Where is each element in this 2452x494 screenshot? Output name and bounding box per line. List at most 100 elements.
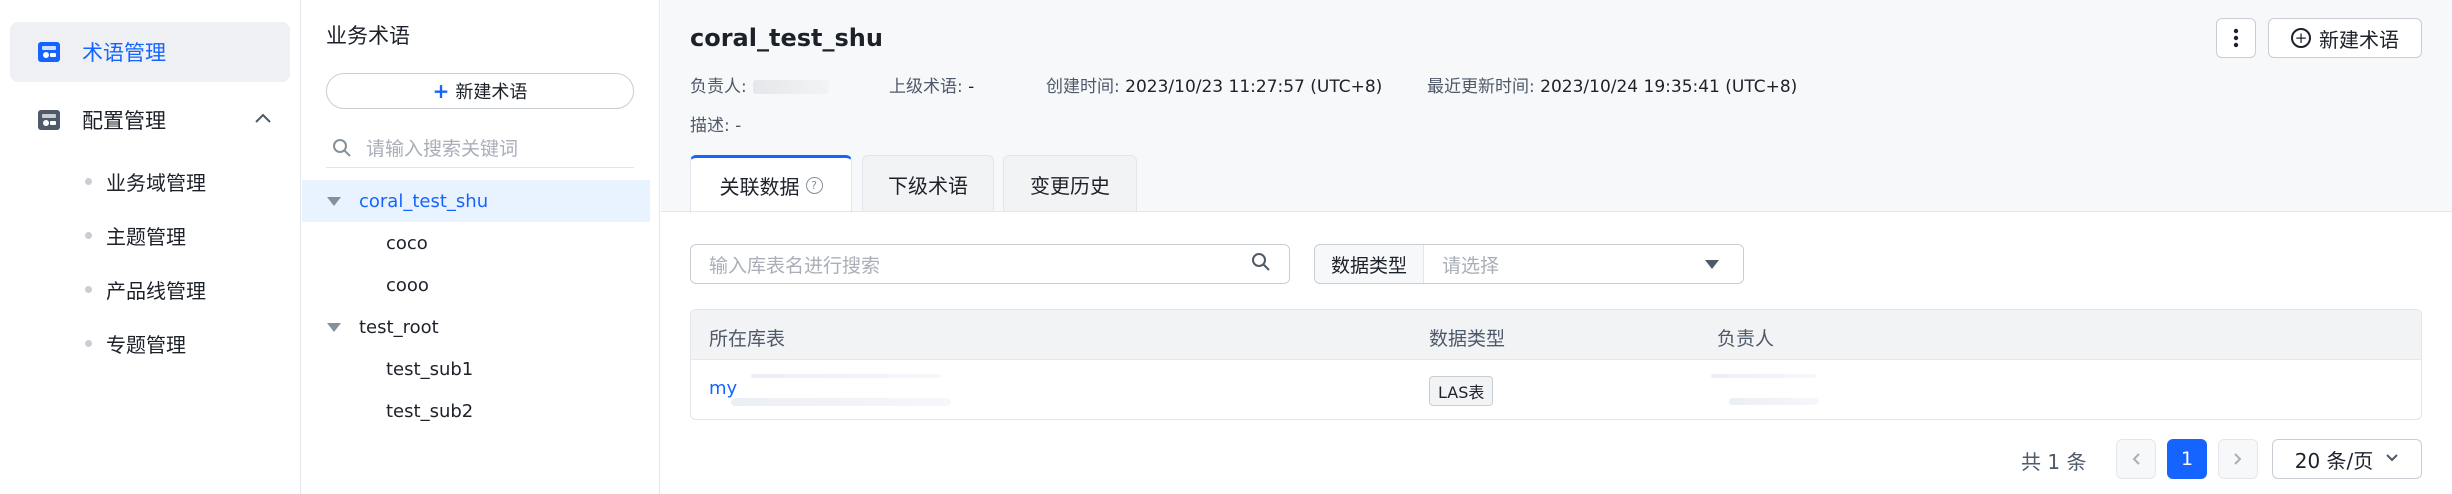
nav-subitem-label: 主题管理 (106, 225, 186, 249)
plus-circle-icon: + (2291, 28, 2311, 48)
data-type-tag: LAS表 (1429, 376, 1494, 406)
tree-node-label: test_sub2 (386, 400, 474, 422)
new-term-button[interactable]: + 新建术语 (326, 73, 634, 109)
nav-item-label: 术语管理 (82, 41, 166, 65)
created-time-value: 2023/10/23 11:27:57 (UTC+8) (1125, 77, 1383, 97)
new-term-label: 新建术语 (455, 82, 528, 103)
table-link[interactable]: my (709, 378, 737, 399)
redacted-owner (1729, 398, 1819, 405)
new-term-label: 新建术语 (2319, 27, 2399, 52)
bullet-icon (85, 178, 92, 185)
redacted-owner (1711, 374, 1816, 378)
chevron-right-icon (2234, 453, 2242, 465)
parent-term-value: - (968, 77, 975, 97)
bullet-icon (85, 286, 92, 293)
table-search-input[interactable]: 输入库表名进行搜索 (690, 244, 1290, 284)
created-time-field: 创建时间: 2023/10/23 11:27:57 (UTC+8) (1046, 72, 1382, 97)
tab-child-terms[interactable]: 下级术语 (862, 155, 994, 212)
search-placeholder: 请输入搜索关键词 (366, 138, 519, 160)
tree-node[interactable]: cooo (302, 264, 650, 306)
nav-item-config[interactable]: 配置管理 (10, 90, 290, 150)
tab-label: 变更历史 (1030, 173, 1110, 198)
tab-change-history[interactable]: 变更历史 (1003, 155, 1137, 212)
caret-down-icon (1705, 259, 1719, 269)
data-type-cell: LAS表 (1429, 376, 1494, 406)
nav-subitem-special[interactable]: 专题管理 (85, 329, 186, 358)
bullet-icon (85, 232, 92, 239)
bullet-icon (85, 340, 92, 347)
tree-search-input[interactable]: 请输入搜索关键词 (326, 128, 634, 168)
nav-item-glossary[interactable]: 术语管理 (10, 22, 290, 82)
tree-node[interactable]: coral_test_shu (302, 180, 650, 222)
search-placeholder: 输入库表名进行搜索 (709, 254, 881, 277)
chevron-up-icon[interactable] (254, 108, 272, 129)
redacted-text (731, 398, 951, 406)
chevron-down-icon (2385, 451, 2399, 467)
redacted-text (751, 374, 941, 378)
nav-subitem-topic[interactable]: 主题管理 (85, 221, 186, 250)
nav-item-label: 配置管理 (82, 109, 166, 133)
term-detail: coral_test_shu + 新建术语 负责人: 上级术语: - 创建时间:… (661, 0, 2452, 494)
table-header: 所在库表 数据类型 负责人 (691, 310, 2421, 360)
nav-subitem-productline[interactable]: 产品线管理 (85, 275, 206, 304)
owner-label: 负责人: (690, 77, 747, 97)
data-type-label: 数据类型 (1315, 245, 1425, 283)
page-size-value: 20 条/页 (2294, 448, 2374, 473)
created-time-label: 创建时间: (1046, 77, 1120, 97)
tab-label: 关联数据 (719, 175, 800, 199)
search-icon (332, 138, 352, 158)
description-label: 描述: (690, 116, 730, 136)
glossary-icon (37, 40, 61, 64)
tab-related-data[interactable]: 关联数据 ? (690, 155, 852, 213)
description-field: 描述: - (690, 111, 741, 136)
parent-term-label: 上级术语: (889, 77, 963, 97)
tree-node-label: cooo (386, 274, 429, 296)
description-value: - (735, 116, 742, 136)
caret-down-icon[interactable] (327, 322, 341, 332)
owner-value-redacted (752, 80, 829, 94)
updated-time-field: 最近更新时间: 2023/10/24 19:35:41 (UTC+8) (1427, 72, 1797, 97)
more-options-button[interactable] (2216, 18, 2256, 58)
total-count: 共 1 条 (2021, 450, 2087, 474)
nav-subitem-label: 专题管理 (106, 333, 186, 357)
nav-subitem-label: 业务域管理 (106, 171, 206, 195)
side-nav: 术语管理 配置管理 业务域管理 主题管理 产品线管理 专题管理 (0, 0, 301, 494)
tree-title: 业务术语 (326, 24, 410, 48)
updated-time-label: 最近更新时间: (1427, 77, 1535, 97)
config-icon (37, 108, 61, 132)
nav-subitem-domain[interactable]: 业务域管理 (85, 167, 206, 196)
updated-time-value: 2023/10/24 19:35:41 (UTC+8) (1540, 77, 1798, 97)
tab-label: 下级术语 (888, 173, 968, 198)
term-tree-panel: 业务术语 + 新建术语 请输入搜索关键词 coral_test_shu coco… (302, 0, 660, 494)
parent-term-field: 上级术语: - (889, 72, 974, 97)
prev-page-button[interactable] (2116, 439, 2156, 479)
tree-node[interactable]: test_sub2 (302, 390, 650, 432)
data-type-select[interactable]: 数据类型 请选择 (1314, 244, 1744, 284)
tree-node-label: coco (386, 232, 428, 254)
chevron-left-icon (2132, 453, 2140, 465)
tree-node-label: test_sub1 (386, 358, 474, 380)
tree-node-label: coral_test_shu (359, 190, 489, 212)
next-page-button[interactable] (2218, 439, 2258, 479)
more-vertical-icon (2233, 28, 2239, 48)
page-number-current[interactable]: 1 (2167, 439, 2207, 479)
caret-down-icon[interactable] (327, 196, 341, 206)
help-icon[interactable]: ? (805, 177, 823, 194)
search-icon[interactable] (1251, 252, 1271, 276)
related-data-table: 所在库表 数据类型 负责人 my LAS表 (690, 309, 2422, 420)
column-header: 数据类型 (1429, 328, 1506, 350)
column-header: 负责人 (1717, 328, 1775, 350)
new-term-button[interactable]: + 新建术语 (2268, 18, 2422, 58)
tree-node-label: test_root (359, 316, 439, 338)
tab-divider (661, 211, 2452, 212)
tree-node[interactable]: test_sub1 (302, 348, 650, 390)
owner-field: 负责人: (690, 72, 829, 97)
page-title: coral_test_shu (690, 24, 883, 52)
plus-icon: + (432, 79, 450, 103)
column-header: 所在库表 (709, 328, 786, 350)
tree-node[interactable]: coco (302, 222, 650, 264)
nav-subitem-label: 产品线管理 (106, 279, 206, 303)
tree-node[interactable]: test_root (302, 306, 650, 348)
select-placeholder: 请选择 (1442, 254, 1500, 277)
page-size-select[interactable]: 20 条/页 (2272, 439, 2422, 479)
